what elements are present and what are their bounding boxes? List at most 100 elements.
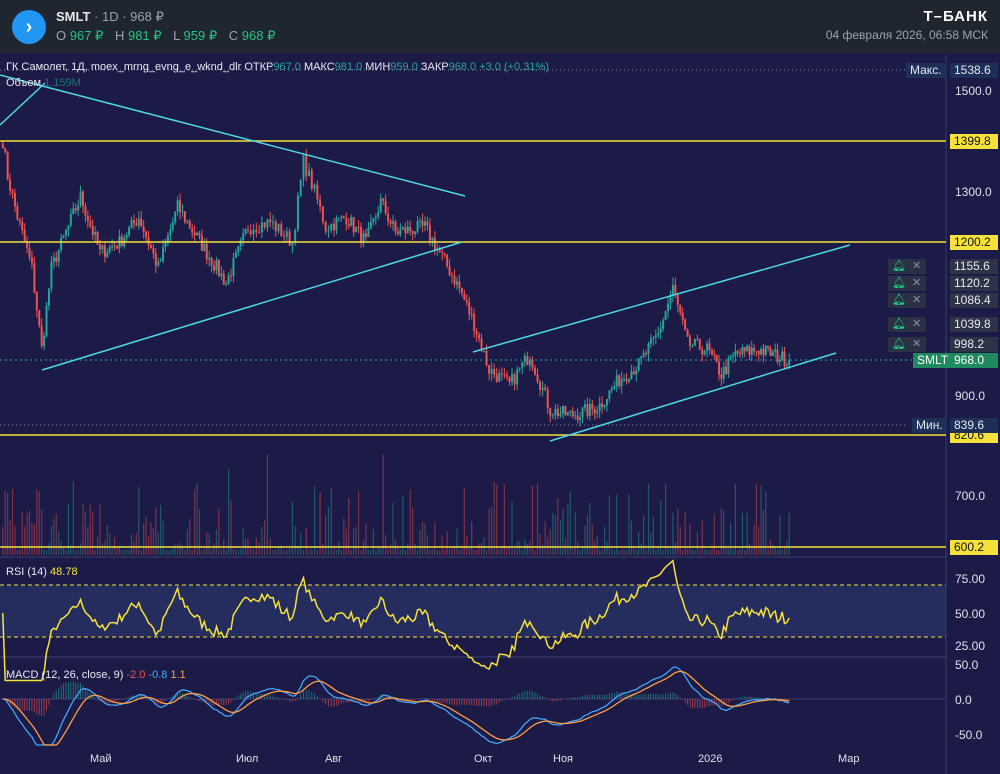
volume-bar (473, 549, 475, 555)
volume-bar (591, 524, 593, 555)
macd-hist-bar (667, 693, 669, 699)
candle-body (613, 386, 616, 389)
macd-hist-bar (269, 694, 271, 699)
bell-icon[interactable]: 🔔︎ (892, 317, 906, 330)
volume-bar (727, 548, 729, 555)
volume-bar (367, 549, 370, 555)
volume-bar (606, 541, 608, 555)
legend-label: МИН (365, 61, 391, 73)
alert-row[interactable]: 🔔︎ ✕ (888, 337, 926, 352)
volume-bar (357, 490, 360, 555)
candle-body (319, 199, 322, 207)
candle-body (225, 283, 228, 285)
volume-bar (760, 485, 762, 555)
candle-body (181, 211, 184, 213)
volume-bar (155, 507, 157, 555)
macd-hist-bar (63, 683, 65, 699)
candle-body (159, 260, 162, 262)
close-icon[interactable]: ✕ (912, 293, 921, 306)
candle-body (215, 260, 218, 271)
candle-body (232, 258, 235, 277)
volume-bar (708, 549, 711, 555)
alert-row[interactable]: 🔔︎ ✕ (888, 293, 926, 308)
volume-bar (79, 543, 82, 555)
price-chart[interactable]: 1500.0 1300.0 900.0 700.0 75.00 50.00 25… (0, 0, 1000, 774)
candle-body (423, 221, 426, 226)
macd-hist-bar (461, 699, 463, 705)
macd-hist-bar (599, 694, 601, 699)
volume-bar (488, 508, 490, 555)
macd-hist-bar (29, 699, 31, 712)
volume-bar (421, 521, 424, 555)
volume-bar (174, 544, 176, 555)
candle-body (379, 198, 382, 213)
macd-hist-bar (640, 694, 642, 699)
candle-body (750, 347, 753, 355)
candle-body (374, 216, 377, 219)
candle-body (345, 218, 348, 225)
candle-body (615, 375, 618, 387)
candle-body (64, 230, 67, 236)
candle-body (546, 389, 549, 408)
candle-body (431, 237, 434, 241)
macd-hist-bar (572, 697, 574, 699)
alert-row[interactable]: 🔔︎ ✕ (888, 276, 926, 291)
bell-icon[interactable]: 🔔︎ (892, 276, 906, 289)
macd-signal-value: 1.1 (170, 669, 186, 681)
close-icon[interactable]: ✕ (912, 276, 921, 289)
macd-hist-bar (65, 682, 67, 699)
macd-hist-bar (456, 699, 458, 705)
macd-hist-bar (424, 698, 426, 699)
volume-bar (572, 547, 574, 555)
volume-bar (404, 549, 406, 555)
close-icon[interactable]: ✕ (912, 337, 921, 350)
candle-body (188, 220, 191, 229)
macd-hist-bar (521, 692, 523, 699)
candle-body (310, 170, 313, 189)
candle-body (689, 336, 692, 346)
bell-icon[interactable]: 🔔︎ (892, 293, 906, 306)
candle-body (419, 220, 422, 222)
volume-bar (208, 533, 210, 555)
bell-icon[interactable]: 🔔︎ (892, 337, 906, 350)
macd-hist-bar (77, 682, 79, 699)
volume-bar (704, 549, 706, 555)
volume-bar (370, 549, 372, 555)
macd-hist-bar (186, 695, 188, 699)
candle-body (533, 367, 536, 375)
macd-hist-bar (220, 699, 222, 705)
volume-bar (402, 495, 404, 555)
macd-hist-bar (468, 699, 470, 706)
candle-body (743, 347, 746, 352)
candle-body (26, 241, 29, 249)
volume-bar (751, 548, 753, 555)
volume-bar (554, 514, 556, 555)
candle-body (91, 225, 94, 235)
volume-bar (289, 548, 291, 555)
rsi-value: 48.78 (50, 566, 78, 578)
candle-body (294, 229, 297, 243)
macd-hist-bar (121, 699, 123, 700)
candle-body (128, 227, 131, 236)
macd-hist-bar (446, 699, 448, 704)
close-icon[interactable]: ✕ (912, 317, 921, 330)
candle-body (285, 231, 288, 237)
close-icon[interactable]: ✕ (912, 259, 921, 272)
candle-body (296, 195, 299, 230)
macd-hist-bar (481, 699, 483, 707)
macd-hist-bar (569, 697, 571, 699)
alert-row[interactable]: 🔔︎ ✕ (888, 317, 926, 332)
pane-divider (0, 656, 946, 658)
volume-bar (92, 511, 94, 555)
volume-bar (723, 510, 725, 555)
volume-bar (58, 531, 60, 555)
volume-bar (725, 548, 727, 555)
candle-body (478, 334, 481, 339)
macd-hist-bar (431, 699, 433, 701)
macd-hist-bar (584, 694, 586, 699)
bell-icon[interactable]: 🔔︎ (892, 259, 906, 272)
volume-bar (186, 529, 188, 555)
volume-bar (111, 547, 113, 555)
volume-bar (513, 548, 516, 555)
alert-row[interactable]: 🔔︎ ✕ (888, 259, 926, 274)
